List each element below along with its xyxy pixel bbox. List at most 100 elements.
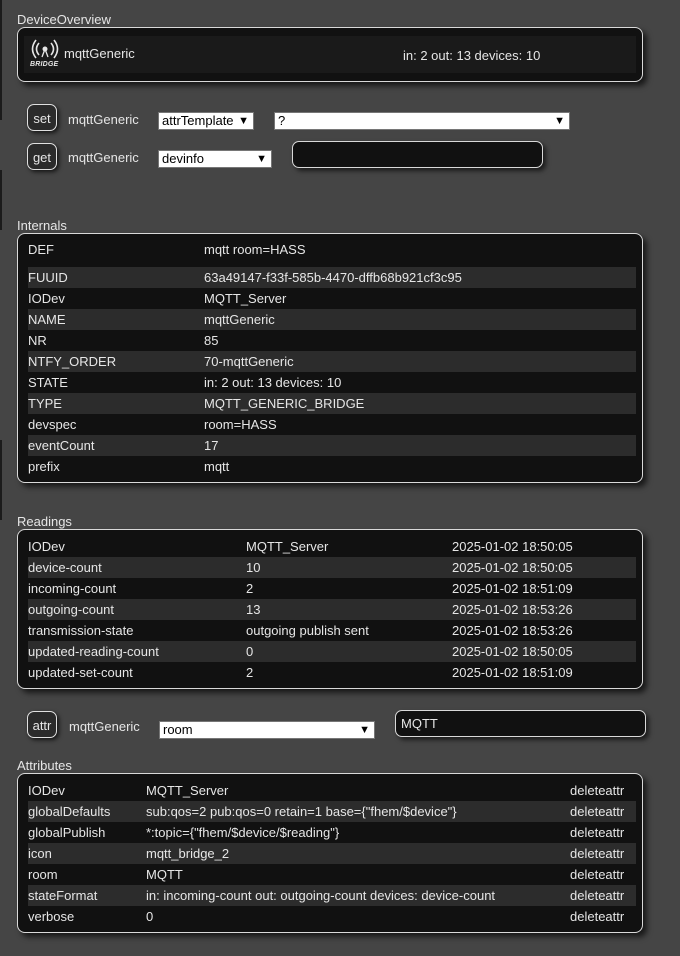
delete-attr-link[interactable]: deleteattr <box>570 780 624 801</box>
set-command-select-value: attrTemplate <box>162 113 234 128</box>
chevron-down-icon: ▼ <box>256 153 267 165</box>
attr-button[interactable]: attr <box>27 711 57 738</box>
set-button[interactable]: set <box>27 104 57 131</box>
attribute-name[interactable]: IODev <box>28 780 65 801</box>
internal-value: MQTT_Server <box>204 291 287 306</box>
reading-time: 2025-01-02 18:50:05 <box>452 644 573 659</box>
readings-panel: IODev MQTT_Server 2025-01-02 18:50:05 devic… <box>17 529 643 689</box>
attributes-title: Attributes <box>17 758 72 773</box>
attribute-name[interactable]: stateFormat <box>28 885 97 906</box>
attribute-name[interactable]: globalDefaults <box>28 801 110 822</box>
internal-value: 70-mqttGeneric <box>204 354 294 369</box>
chevron-down-icon: ▼ <box>238 115 249 127</box>
device-overview-panel: BRIDGE mqttGeneric in: 2 out: 13 devices… <box>17 27 643 82</box>
internal-name: TYPE <box>28 396 62 411</box>
set-value-select-value: ? <box>278 113 286 128</box>
attribute-name[interactable]: verbose <box>28 906 74 927</box>
internal-name: FUUID <box>28 270 68 285</box>
window-edge <box>0 0 2 120</box>
get-button[interactable]: get <box>27 143 57 170</box>
reading-value: 2 <box>246 581 254 596</box>
readings-row: outgoing-count 13 2025-01-02 18:53:26 <box>28 599 636 620</box>
device-overview-title: DeviceOverview <box>17 12 111 27</box>
internal-name: eventCount <box>28 438 95 453</box>
internal-name: NAME <box>28 312 66 327</box>
attribute-value: sub:qos=2 pub:qos=0 retain=1 base={"fhem… <box>146 804 457 819</box>
internal-name: STATE <box>28 375 68 390</box>
set-device-label: mqttGeneric <box>68 112 139 127</box>
reading-time: 2025-01-02 18:51:09 <box>452 665 573 680</box>
attributes-row: stateFormat in: incoming-count out: outgo… <box>28 885 636 906</box>
attributes-row: verbose 0 deleteattr <box>28 906 636 927</box>
reading-name[interactable]: transmission-state <box>28 620 133 641</box>
internals-row: prefix mqtt <box>28 456 636 477</box>
internal-name: NR <box>28 333 47 348</box>
reading-name[interactable]: updated-reading-count <box>28 641 159 662</box>
readings-row: updated-set-count 2 2025-01-02 18:51:09 <box>28 662 636 683</box>
window-edge <box>0 440 2 520</box>
internal-value: 85 <box>204 333 219 348</box>
readings-row: updated-reading-count 0 2025-01-02 18:50:0… <box>28 641 636 662</box>
reading-value: 13 <box>246 602 261 617</box>
delete-attr-link[interactable]: deleteattr <box>570 822 624 843</box>
internal-name: IODev <box>28 291 65 306</box>
overview-row[interactable]: BRIDGE mqttGeneric in: 2 out: 13 devices… <box>24 36 636 73</box>
reading-value: 2 <box>246 665 254 680</box>
internal-value: mqtt room=HASS <box>204 242 306 257</box>
delete-attr-link[interactable]: deleteattr <box>570 801 624 822</box>
internals-row: DEF mqtt room=HASS <box>28 239 636 260</box>
internals-row: NAME mqttGeneric <box>28 309 636 330</box>
reading-name[interactable]: outgoing-count <box>28 599 114 620</box>
delete-attr-link[interactable]: deleteattr <box>570 843 624 864</box>
internals-row: devspec room=HASS <box>28 414 636 435</box>
delete-attr-link[interactable]: deleteattr <box>570 864 624 885</box>
internal-name: devspec <box>28 417 77 432</box>
internal-value: mqttGeneric <box>204 312 275 327</box>
internals-title: Internals <box>17 218 67 233</box>
reading-name[interactable]: updated-set-count <box>28 662 133 683</box>
set-value-select[interactable]: ? ▼ <box>274 112 570 130</box>
set-command-select[interactable]: attrTemplate ▼ <box>158 112 254 130</box>
reading-value: outgoing publish sent <box>246 623 369 638</box>
reading-time: 2025-01-02 18:51:09 <box>452 581 573 596</box>
reading-time: 2025-01-02 18:53:26 <box>452 623 573 638</box>
attribute-name[interactable]: room <box>28 864 58 885</box>
reading-value: 10 <box>246 560 261 575</box>
attribute-name[interactable]: icon <box>28 843 52 864</box>
attribute-value: 0 <box>146 909 154 924</box>
attributes-row: room MQTT deleteattr <box>28 864 636 885</box>
reading-name[interactable]: IODev <box>28 536 65 557</box>
attr-value-input[interactable]: MQTT <box>395 710 646 737</box>
readings-row: device-count 10 2025-01-02 18:50:05 <box>28 557 636 578</box>
attributes-row: globalPublish *:topic={"fhem/$device/$rea… <box>28 822 636 843</box>
get-value-input[interactable] <box>292 141 543 168</box>
internals-row: FUUID 63a49147-f33f-585b-4470-dffb68b921c… <box>28 267 636 288</box>
attribute-value: mqtt_bridge_2 <box>146 846 230 861</box>
internal-value: 63a49147-f33f-585b-4470-dffb68b921cf3c95 <box>204 270 462 285</box>
attributes-panel: IODev MQTT_Server deleteattr globalDefaults… <box>17 773 643 933</box>
bridge-icon[interactable]: BRIDGE <box>28 37 62 71</box>
delete-attr-link[interactable]: deleteattr <box>570 906 624 927</box>
internals-row: NTFY_ORDER 70-mqttGeneric <box>28 351 636 372</box>
reading-time: 2025-01-02 18:50:05 <box>452 539 573 554</box>
get-command-select[interactable]: devinfo ▼ <box>158 150 272 168</box>
internal-value: in: 2 out: 13 devices: 10 <box>204 375 342 390</box>
attributes-row: icon mqtt_bridge_2 deleteattr <box>28 843 636 864</box>
reading-time: 2025-01-02 18:50:05 <box>452 560 573 575</box>
internals-row: TYPE MQTT_GENERIC_BRIDGE <box>28 393 636 414</box>
attributes-row: globalDefaults sub:qos=2 pub:qos=0 retain… <box>28 801 636 822</box>
window-edge <box>0 170 2 230</box>
chevron-down-icon: ▼ <box>359 724 370 736</box>
delete-attr-link[interactable]: deleteattr <box>570 885 624 906</box>
attribute-name[interactable]: globalPublish <box>28 822 105 843</box>
overview-state: in: 2 out: 13 devices: 10 <box>403 48 541 63</box>
reading-name[interactable]: incoming-count <box>28 578 116 599</box>
overview-device-name[interactable]: mqttGeneric <box>64 46 135 61</box>
attr-name-select[interactable]: room ▼ <box>159 721 375 739</box>
internal-value: mqtt <box>204 459 230 474</box>
reading-name[interactable]: device-count <box>28 557 102 578</box>
internals-row: STATE in: 2 out: 13 devices: 10 <box>28 372 636 393</box>
internals-row: eventCount 17 <box>28 435 636 456</box>
reading-time: 2025-01-02 18:53:26 <box>452 602 573 617</box>
readings-row: incoming-count 2 2025-01-02 18:51:09 <box>28 578 636 599</box>
